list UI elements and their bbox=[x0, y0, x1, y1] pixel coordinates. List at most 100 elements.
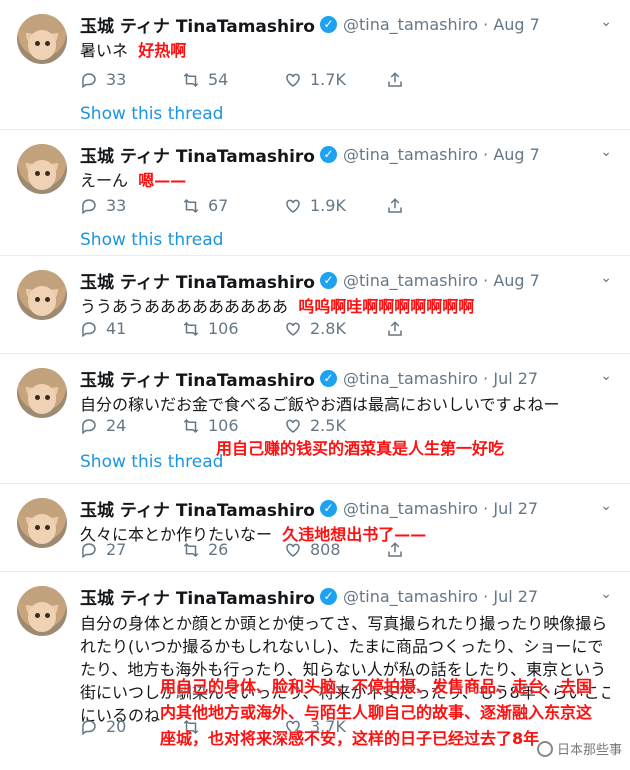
translation: 好热啊 bbox=[138, 41, 187, 60]
tweet-actions: 41 106 2.8K bbox=[80, 319, 488, 338]
reply-icon bbox=[82, 198, 96, 214]
retweet-button[interactable]: 26 bbox=[182, 540, 284, 559]
share-button[interactable] bbox=[386, 320, 488, 338]
display-name[interactable]: 玉城 ティナ TinaTamashiro bbox=[80, 366, 315, 391]
chevron-down-icon[interactable]: ⌄ bbox=[600, 498, 612, 514]
retweet-count: 106 bbox=[208, 416, 239, 435]
retweet-button[interactable]: 106 bbox=[182, 416, 284, 435]
handle[interactable]: @tina_tamashiro bbox=[343, 499, 478, 518]
wechat-icon bbox=[536, 740, 553, 757]
reply-count: 33 bbox=[106, 196, 127, 215]
avatar[interactable] bbox=[17, 14, 67, 64]
tweet-actions: 33 54 1.7K bbox=[80, 70, 488, 89]
handle[interactable]: @tina_tamashiro bbox=[343, 145, 478, 164]
chevron-down-icon[interactable]: ⌄ bbox=[600, 368, 612, 384]
tweet-body: えーん bbox=[80, 171, 129, 190]
translation: 用自己的身体、脸和头脑，不停拍摄、发售商品、走台、去国 内其他地方或海外、与陌生… bbox=[160, 674, 592, 752]
tweet-3[interactable]: 玉城 ティナ TinaTamashiro ✓ @tina_tamashiro ·… bbox=[0, 256, 630, 354]
tweet-2[interactable]: 玉城 ティナ TinaTamashiro ✓ @tina_tamashiro ·… bbox=[0, 130, 630, 256]
share-button[interactable] bbox=[386, 71, 488, 89]
like-count: 1.9K bbox=[310, 196, 346, 215]
share-button[interactable] bbox=[386, 197, 488, 215]
heart-icon bbox=[286, 322, 300, 336]
watermark-text: 日本那些事 bbox=[556, 743, 622, 758]
watermark: 日本那些事 bbox=[536, 739, 622, 758]
avatar[interactable] bbox=[17, 368, 67, 418]
display-name[interactable]: 玉城 ティナ TinaTamashiro bbox=[80, 268, 315, 293]
avatar[interactable] bbox=[17, 586, 67, 636]
tweet-actions: 27 26 808 bbox=[80, 540, 488, 559]
verified-badge-icon: ✓ bbox=[320, 146, 337, 163]
tweet-date[interactable]: Aug 7 bbox=[493, 145, 540, 164]
translation-line: 内其他地方或海外、与陌生人聊自己的故事、逐渐融入东京这 bbox=[160, 703, 593, 722]
verified-badge-icon: ✓ bbox=[320, 500, 337, 517]
display-name[interactable]: 玉城 ティナ TinaTamashiro bbox=[80, 12, 315, 37]
reply-icon bbox=[82, 321, 96, 337]
retweet-count: 67 bbox=[208, 196, 229, 215]
like-button[interactable]: 2.8K bbox=[284, 319, 386, 338]
reply-button[interactable]: 24 bbox=[80, 416, 182, 435]
tweet-line: れたり(いつか撮るかもしれないし)、たまに商品つくったり、ショーにで bbox=[80, 637, 604, 656]
reply-icon bbox=[82, 72, 96, 88]
retweet-button[interactable]: 67 bbox=[182, 196, 284, 215]
chevron-down-icon[interactable]: ⌄ bbox=[600, 144, 612, 160]
tweet-text: 自分の稼いだお金で食べるご飯やお酒は最高においしいですよねー bbox=[80, 395, 560, 414]
reply-count: 20 bbox=[106, 717, 127, 736]
reply-button[interactable]: 33 bbox=[80, 196, 182, 215]
tweet-date[interactable]: Aug 7 bbox=[493, 15, 540, 34]
like-count: 1.7K bbox=[310, 70, 346, 89]
heart-icon bbox=[286, 199, 300, 213]
handle[interactable]: @tina_tamashiro bbox=[343, 587, 478, 606]
reply-button[interactable]: 33 bbox=[80, 70, 182, 89]
share-button[interactable] bbox=[386, 541, 488, 559]
chevron-down-icon[interactable]: ⌄ bbox=[600, 270, 612, 286]
chevron-down-icon[interactable]: ⌄ bbox=[600, 14, 612, 30]
show-thread-link[interactable]: Show this thread bbox=[80, 230, 223, 250]
reply-button[interactable]: 27 bbox=[80, 540, 182, 559]
tweet-date[interactable]: Jul 27 bbox=[493, 587, 538, 606]
show-thread-link[interactable]: Show this thread bbox=[80, 104, 223, 124]
translation-line: 座城，也对将来深感不安，这样的日子已经过去了8年 bbox=[160, 729, 540, 748]
like-count: 2.5K bbox=[310, 416, 346, 435]
like-button[interactable]: 2.5K bbox=[284, 416, 386, 435]
reply-button[interactable]: 41 bbox=[80, 319, 182, 338]
display-name[interactable]: 玉城 ティナ TinaTamashiro bbox=[80, 584, 315, 609]
like-count: 808 bbox=[310, 540, 341, 559]
retweet-icon bbox=[183, 198, 199, 213]
tweet-date[interactable]: Jul 27 bbox=[493, 369, 538, 388]
tweet-6[interactable]: 玉城 ティナ TinaTamashiro ✓ @tina_tamashiro ·… bbox=[0, 572, 630, 770]
display-name[interactable]: 玉城 ティナ TinaTamashiro bbox=[80, 142, 315, 167]
avatar[interactable] bbox=[17, 498, 67, 548]
retweet-icon bbox=[183, 542, 199, 557]
handle[interactable]: @tina_tamashiro bbox=[343, 271, 478, 290]
heart-icon bbox=[286, 73, 300, 87]
tweet-date[interactable]: Jul 27 bbox=[493, 499, 538, 518]
handle[interactable]: @tina_tamashiro bbox=[343, 369, 478, 388]
translation-line: 用自己的身体、脸和头脑，不停拍摄、发售商品、走台、去国 bbox=[160, 677, 593, 696]
tweet-text: 暑いネ 好热啊 bbox=[80, 40, 610, 62]
avatar[interactable] bbox=[17, 270, 67, 320]
tweet-text: えーん 嗯—— bbox=[80, 170, 610, 192]
share-icon bbox=[388, 541, 402, 557]
tweet-1[interactable]: 玉城 ティナ TinaTamashiro ✓ @tina_tamashiro ·… bbox=[0, 0, 630, 130]
verified-badge-icon: ✓ bbox=[320, 370, 337, 387]
like-button[interactable]: 1.9K bbox=[284, 196, 386, 215]
retweet-count: 54 bbox=[208, 70, 229, 89]
show-thread-link[interactable]: Show this thread bbox=[80, 452, 223, 472]
heart-icon bbox=[286, 543, 300, 557]
like-button[interactable]: 808 bbox=[284, 540, 386, 559]
tweet-text: ううあうあああああああああ 呜呜啊哇啊啊啊啊啊啊啊 bbox=[80, 296, 610, 318]
like-button[interactable]: 1.7K bbox=[284, 70, 386, 89]
tweet-4[interactable]: 玉城 ティナ TinaTamashiro ✓ @tina_tamashiro ·… bbox=[0, 354, 630, 484]
reply-count: 27 bbox=[106, 540, 127, 559]
heart-icon bbox=[286, 419, 300, 433]
handle[interactable]: @tina_tamashiro bbox=[343, 15, 478, 34]
retweet-button[interactable]: 106 bbox=[182, 319, 284, 338]
display-name[interactable]: 玉城 ティナ TinaTamashiro bbox=[80, 496, 315, 521]
tweet-5[interactable]: 玉城 ティナ TinaTamashiro ✓ @tina_tamashiro ·… bbox=[0, 484, 630, 572]
chevron-down-icon[interactable]: ⌄ bbox=[600, 586, 612, 602]
avatar[interactable] bbox=[17, 144, 67, 194]
translation: 呜呜啊哇啊啊啊啊啊啊啊 bbox=[298, 297, 475, 316]
tweet-date[interactable]: Aug 7 bbox=[493, 271, 540, 290]
retweet-button[interactable]: 54 bbox=[182, 70, 284, 89]
